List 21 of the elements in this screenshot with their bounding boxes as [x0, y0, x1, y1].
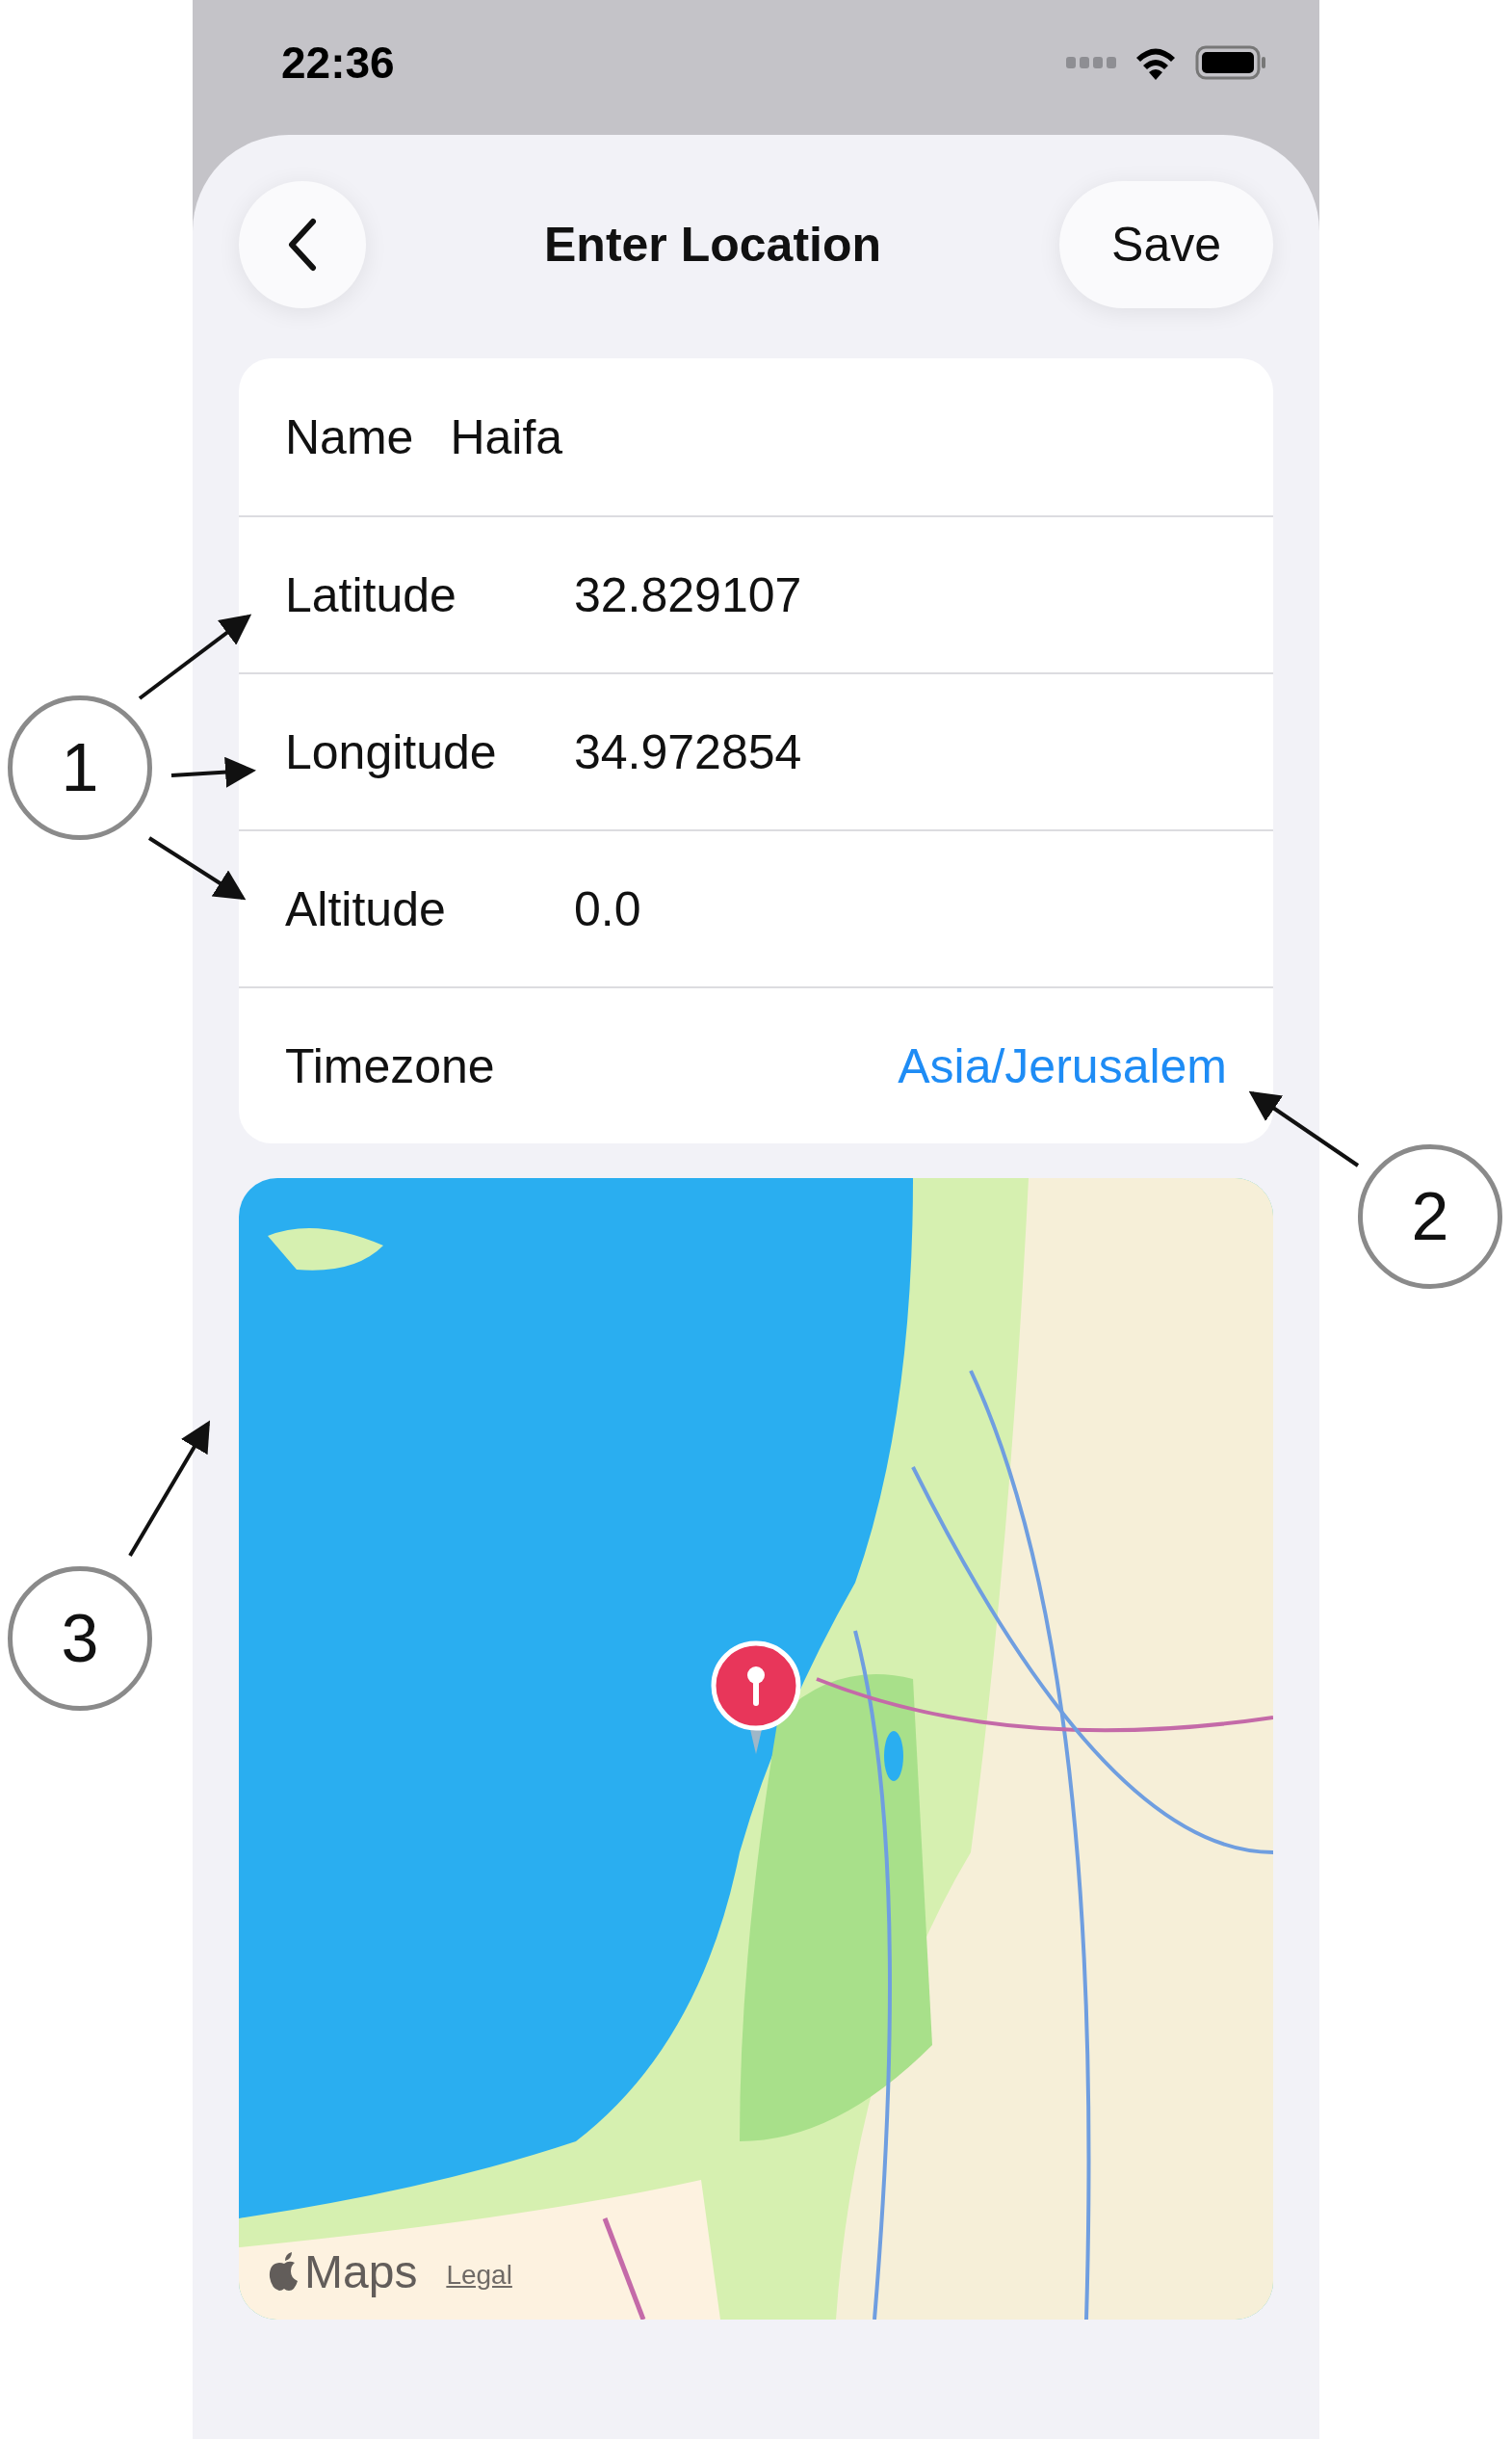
save-button[interactable]: Save [1059, 181, 1273, 308]
field-label: Timezone [285, 1037, 495, 1094]
field-label: Latitude [285, 566, 457, 623]
field-value[interactable]: 0.0 [574, 880, 641, 937]
maps-attribution: Maps [304, 2245, 418, 2298]
battery-icon [1195, 45, 1266, 80]
field-label: Name [285, 408, 414, 465]
field-label: Altitude [285, 880, 447, 937]
field-value[interactable]: 34.972854 [574, 723, 802, 780]
signal-icon [1066, 57, 1116, 68]
legal-link[interactable]: Legal [446, 2260, 512, 2291]
screen-title: Enter Location [544, 217, 882, 273]
field-value[interactable]: Haifa [450, 408, 563, 465]
chevron-left-icon [288, 218, 317, 272]
apple-icon [268, 2251, 300, 2293]
callout-number: 2 [1358, 1144, 1502, 1289]
field-value[interactable]: 32.829107 [574, 566, 802, 623]
callout-number: 1 [8, 695, 152, 840]
field-label: Longitude [285, 723, 498, 780]
status-time: 22:36 [281, 37, 395, 89]
callout-number: 3 [8, 1566, 152, 1711]
